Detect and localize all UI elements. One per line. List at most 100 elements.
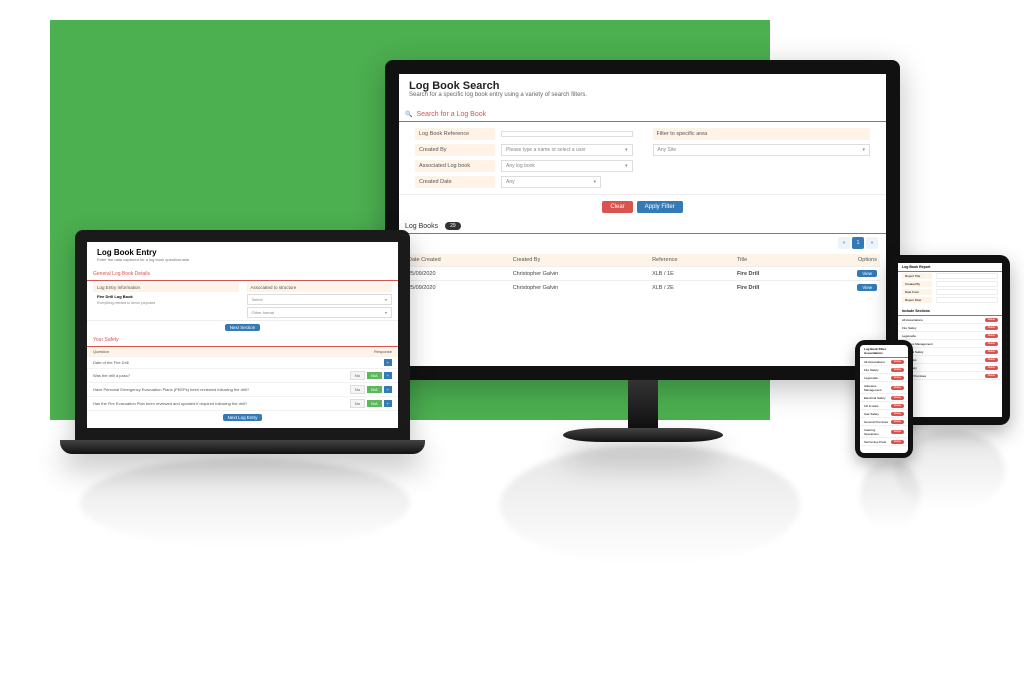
results-header: Log Books 29 bbox=[399, 219, 886, 234]
assoc-select[interactable]: Any log book bbox=[501, 160, 633, 172]
page-title: Log Book Entry bbox=[97, 248, 388, 257]
clear-button[interactable]: Clear bbox=[602, 201, 632, 213]
list-item[interactable]: Electrical SafetyDelete bbox=[860, 394, 908, 402]
add-response-button[interactable]: + bbox=[384, 400, 392, 407]
site-select[interactable]: Any Site bbox=[653, 144, 871, 156]
search-section-header: Search for a Log Book bbox=[399, 108, 886, 122]
results-table: Date Created Created By Reference Title … bbox=[405, 254, 880, 294]
response-header: Response bbox=[374, 349, 392, 354]
no-button[interactable]: No bbox=[350, 371, 365, 380]
col-title: Title bbox=[734, 254, 811, 267]
section-safety: Your Safety bbox=[87, 334, 398, 347]
list-item[interactable]: Lift & HoistDelete bbox=[860, 402, 908, 410]
apply-filter-button[interactable]: Apply Filter bbox=[637, 201, 683, 213]
delete-badge[interactable]: Delete bbox=[985, 334, 998, 338]
date-select[interactable]: Any bbox=[501, 176, 601, 188]
col-by: Created By bbox=[510, 254, 649, 267]
delete-badge[interactable]: Delete bbox=[891, 368, 904, 372]
section-general: General Log Book Details bbox=[87, 268, 398, 281]
pager-next[interactable]: » bbox=[866, 237, 878, 249]
delete-badge[interactable]: Delete bbox=[985, 366, 998, 370]
na-button[interactable]: N/A bbox=[367, 386, 382, 393]
delete-badge[interactable]: Delete bbox=[985, 342, 998, 346]
delete-badge[interactable]: Delete bbox=[891, 396, 904, 400]
list-item[interactable]: Lift & HoistDelete bbox=[898, 356, 1002, 364]
list-item[interactable]: Swimming PoolsDelete bbox=[860, 438, 908, 446]
list-item[interactable]: Fire SafetyDelete bbox=[860, 366, 908, 374]
na-button[interactable]: N/A bbox=[367, 372, 382, 379]
phone-screen: Log Book Filter Associations All Associa… bbox=[860, 345, 908, 453]
delete-badge[interactable]: Delete bbox=[891, 440, 904, 444]
pager: « 1 » bbox=[399, 234, 886, 252]
question-row: Date of the Fire Drill + bbox=[87, 357, 398, 369]
pager-prev[interactable]: « bbox=[838, 237, 850, 249]
monitor-reflection bbox=[500, 445, 800, 565]
monitor-screen: Log Book Search Search for a specific lo… bbox=[399, 74, 886, 366]
createdby-select[interactable]: Please type a name or select a user bbox=[501, 144, 633, 156]
other-select[interactable]: Other format bbox=[247, 307, 393, 318]
na-button[interactable]: N/A bbox=[367, 400, 382, 407]
ref-label: Log Book Reference bbox=[415, 128, 495, 140]
list-item[interactable]: Asbestos ManagementDelete bbox=[898, 340, 1002, 348]
struct-label: Associated to structure bbox=[247, 283, 393, 292]
delete-badge[interactable]: Delete bbox=[985, 318, 998, 322]
question-row: Have Personal Emergency Evacuation Plans… bbox=[87, 383, 398, 397]
table-row: 25/09/2020 Christopher Galvin XLB / 1E F… bbox=[405, 267, 880, 281]
ref-input[interactable] bbox=[501, 131, 633, 137]
filterarea-label: Filter to specific area bbox=[653, 128, 871, 140]
add-response-button[interactable]: + bbox=[384, 386, 392, 393]
list-item[interactable]: Catering OperationsDelete bbox=[860, 426, 908, 438]
results-count: 29 bbox=[445, 222, 461, 230]
delete-badge[interactable]: Delete bbox=[985, 350, 998, 354]
list-item[interactable]: Gas SafetyDelete bbox=[898, 364, 1002, 372]
list-item[interactable]: All AssociationsDelete bbox=[898, 316, 1002, 324]
tablet-screen: Log Book Report Report Title Created By … bbox=[898, 263, 1002, 417]
delete-badge[interactable]: Delete bbox=[891, 420, 904, 424]
date-label: Created Date bbox=[415, 176, 495, 188]
fire-label: Fire Drill Log Book bbox=[93, 292, 239, 301]
list-item[interactable]: LegionellaDelete bbox=[860, 374, 908, 382]
list-item[interactable]: General PremisesDelete bbox=[860, 418, 908, 426]
list-item[interactable]: LegionellaDelete bbox=[898, 332, 1002, 340]
add-response-button[interactable]: + bbox=[384, 359, 392, 366]
delete-badge[interactable]: Delete bbox=[891, 360, 904, 364]
delete-badge[interactable]: Delete bbox=[985, 374, 998, 378]
view-button[interactable]: View bbox=[857, 284, 877, 291]
question-row: Has the Fire Evacuation Plan been review… bbox=[87, 397, 398, 411]
list-item[interactable]: Asbestos ManagementDelete bbox=[860, 382, 908, 394]
question-row: Was the drill a pass? NoN/A+ bbox=[87, 369, 398, 383]
list-item[interactable]: General PremisesDelete bbox=[898, 372, 1002, 380]
page-subtitle: Search for a specific log book entry usi… bbox=[409, 92, 876, 98]
delete-badge[interactable]: Delete bbox=[985, 326, 998, 330]
laptop-device: Log Book Entry Enter the data captured f… bbox=[60, 230, 425, 454]
results-label: Log Books bbox=[405, 223, 438, 230]
monitor-bezel: Log Book Search Search for a specific lo… bbox=[385, 60, 900, 380]
laptop-screen: Log Book Entry Enter the data captured f… bbox=[87, 242, 398, 428]
view-button[interactable]: View bbox=[857, 270, 877, 277]
table-row: 25/09/2020 Christopher Galvin XLB / 2E F… bbox=[405, 281, 880, 295]
no-button[interactable]: No bbox=[350, 385, 365, 394]
list-item[interactable]: Fire SafetyDelete bbox=[898, 324, 1002, 332]
delete-badge[interactable]: Delete bbox=[985, 358, 998, 362]
page-title: Log Book Search bbox=[409, 80, 876, 92]
search-section-label: Search for a Log Book bbox=[416, 111, 486, 118]
list-item[interactable]: All AssociationsDelete bbox=[860, 358, 908, 366]
add-response-button[interactable]: + bbox=[384, 372, 392, 379]
fire-desc: Everything needed to demo purposes bbox=[93, 301, 239, 305]
delete-badge[interactable]: Delete bbox=[891, 430, 904, 434]
no-button[interactable]: No bbox=[350, 399, 365, 408]
next-section-button[interactable]: Next Section bbox=[225, 324, 261, 331]
delete-badge[interactable]: Delete bbox=[891, 376, 904, 380]
delete-badge[interactable]: Delete bbox=[891, 404, 904, 408]
question-header: Question bbox=[93, 349, 109, 354]
next-entry-button[interactable]: Next Log Entry bbox=[223, 414, 263, 421]
delete-badge[interactable]: Delete bbox=[891, 386, 904, 390]
delete-badge[interactable]: Delete bbox=[891, 412, 904, 416]
pager-page[interactable]: 1 bbox=[852, 237, 864, 249]
list-item[interactable]: Electrical SafetyDelete bbox=[898, 348, 1002, 356]
assoc-label: Associated Log book bbox=[415, 160, 495, 172]
laptop-bezel: Log Book Entry Enter the data captured f… bbox=[75, 230, 410, 440]
struct-select[interactable]: Select bbox=[247, 294, 393, 305]
list-item[interactable]: Gas SafetyDelete bbox=[860, 410, 908, 418]
page-subtitle: Enter the data captured for a log book q… bbox=[97, 257, 388, 262]
